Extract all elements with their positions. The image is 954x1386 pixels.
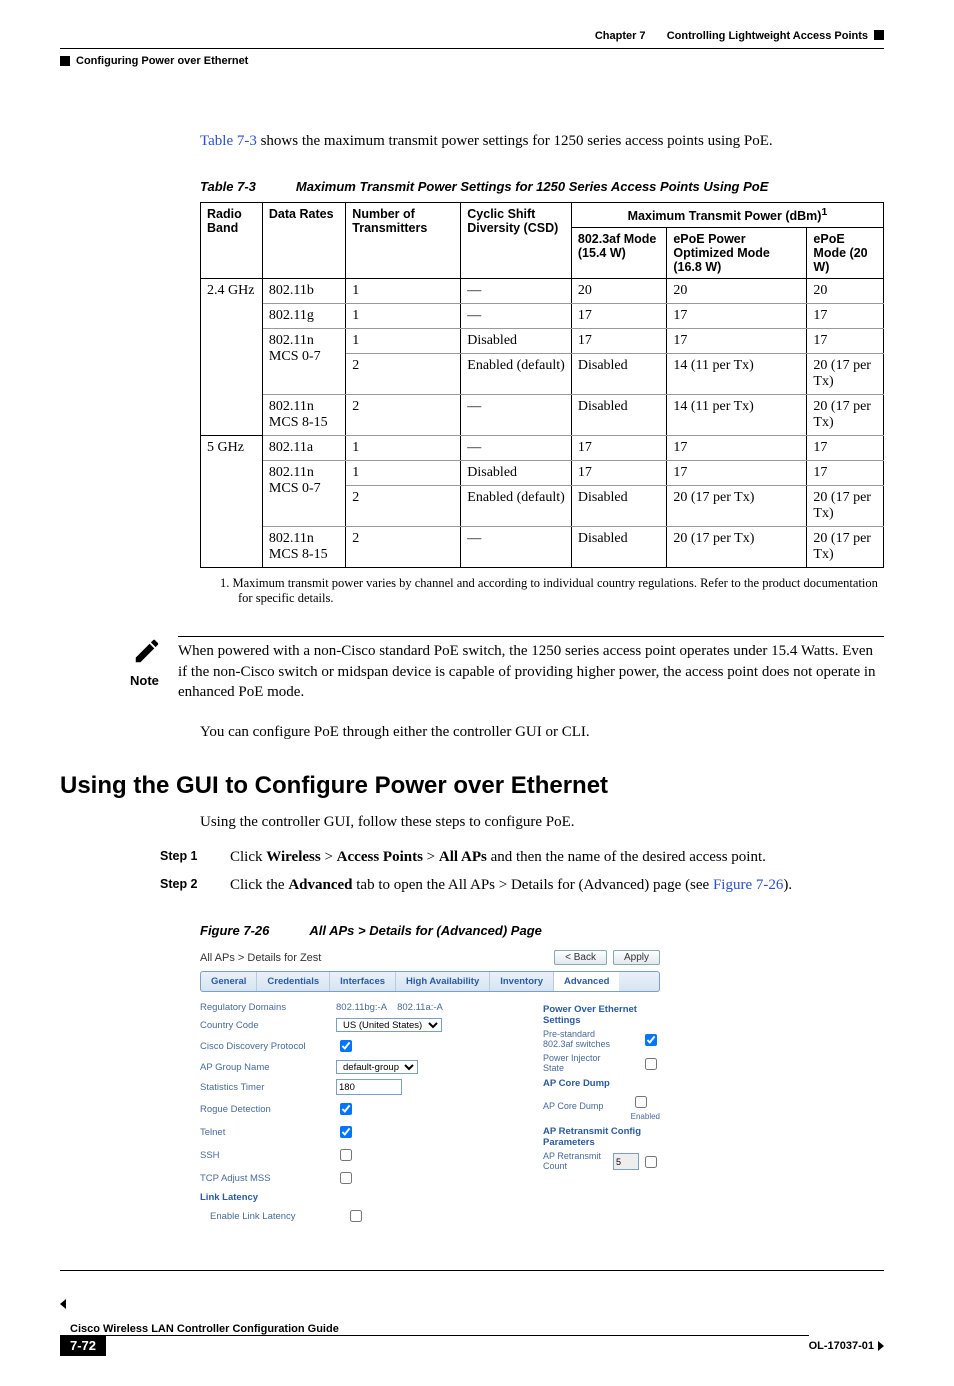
core-dump-checkbox[interactable] xyxy=(635,1096,647,1108)
poe-settings-heading: Power Over Ethernet Settings xyxy=(543,1004,660,1026)
th-epoe-mode: ePoE Mode (20 W) xyxy=(807,228,884,279)
section-breadcrumb: Configuring Power over Ethernet xyxy=(76,55,248,67)
chapter-label: Chapter 7 xyxy=(595,30,646,42)
core-dump-label: AP Core Dump xyxy=(543,1102,613,1112)
back-button[interactable]: < Back xyxy=(554,950,607,965)
table-footnote: 1. Maximum transmit power varies by chan… xyxy=(220,576,884,606)
country-code-select[interactable]: US (United States) xyxy=(336,1018,442,1032)
injector-label: Power Injector State xyxy=(543,1054,613,1074)
chapter-title: Controlling Lightweight Access Points xyxy=(667,30,868,42)
th-radio-band: Radio Band xyxy=(201,203,263,279)
tab-general[interactable]: General xyxy=(201,972,257,991)
th-num-tx: Number of Transmitters xyxy=(346,203,461,279)
header-square-icon xyxy=(60,56,70,66)
triangle-icon xyxy=(878,1341,884,1351)
intro-paragraph: Table 7-3 shows the maximum transmit pow… xyxy=(200,131,884,151)
retransmit-heading: AP Retransmit Config Parameters xyxy=(543,1126,660,1148)
prestd-label: Pre-standard 802.3af switches xyxy=(543,1030,613,1050)
th-8023af: 802.3af Mode (15.4 W) xyxy=(571,228,666,279)
tab-inventory[interactable]: Inventory xyxy=(490,972,554,991)
cdp-label: Cisco Discovery Protocol xyxy=(200,1041,330,1052)
table-row: 802.11n MCS 8-152—Disabled20 (17 per Tx)… xyxy=(201,527,884,568)
step-2: Step 2 Click the Advanced tab to open th… xyxy=(160,875,884,895)
tab-interfaces[interactable]: Interfaces xyxy=(330,972,396,991)
triangle-icon xyxy=(60,1299,66,1309)
th-max-power: Maximum Transmit Power (dBm)1 xyxy=(571,203,883,228)
figure-ref-link[interactable]: Figure 7-26 xyxy=(713,877,783,893)
section-intro: Using the controller GUI, follow these s… xyxy=(200,812,884,832)
link-latency-label: Enable Link Latency xyxy=(200,1211,340,1222)
note-label: Note xyxy=(130,671,164,688)
regdom-label: Regulatory Domains xyxy=(200,1002,330,1013)
th-data-rates: Data Rates xyxy=(262,203,345,279)
ssh-checkbox[interactable] xyxy=(340,1149,352,1161)
ssh-label: SSH xyxy=(200,1150,330,1161)
mss-label: TCP Adjust MSS xyxy=(200,1173,330,1184)
table-row: 802.11g1—171717 xyxy=(201,304,884,329)
cdp-checkbox[interactable] xyxy=(340,1040,352,1052)
stats-timer-input[interactable] xyxy=(336,1079,402,1095)
gui-tabs: General Credentials Interfaces High Avai… xyxy=(200,971,660,992)
tab-credentials[interactable]: Credentials xyxy=(257,972,330,991)
table-row: 802.11n MCS 0-71Disabled171717 xyxy=(201,329,884,354)
th-epoe-opt: ePoE Power Optimized Mode (16.8 W) xyxy=(667,228,807,279)
mss-checkbox[interactable] xyxy=(340,1172,352,1184)
link-latency-checkbox[interactable] xyxy=(350,1210,362,1222)
link-latency-heading: Link Latency xyxy=(200,1192,525,1203)
tab-advanced[interactable]: Advanced xyxy=(554,972,619,991)
table-row: 5 GHz 802.11a1—171717 xyxy=(201,436,884,461)
table-caption: Table 7-3Maximum Transmit Power Settings… xyxy=(200,179,884,194)
after-note-text: You can configure PoE through either the… xyxy=(200,722,884,742)
doc-id: OL-17037-01 xyxy=(809,1340,874,1352)
core-dump-heading: AP Core Dump xyxy=(543,1078,660,1089)
telnet-checkbox[interactable] xyxy=(340,1126,352,1138)
gui-breadcrumb: All APs > Details for Zest xyxy=(200,952,321,964)
stats-timer-label: Statistics Timer xyxy=(200,1082,330,1093)
telnet-label: Telnet xyxy=(200,1127,330,1138)
ap-group-select[interactable]: default-group xyxy=(336,1060,418,1074)
rogue-label: Rogue Detection xyxy=(200,1104,330,1115)
note-text: When powered with a non-Cisco standard P… xyxy=(178,641,884,702)
table-row: 802.11n MCS 0-71Disabled171717 xyxy=(201,461,884,486)
page-number-badge: 7-72 xyxy=(60,1335,106,1356)
retransmit-label: AP Retransmit Count xyxy=(543,1152,613,1172)
country-code-label: Country Code xyxy=(200,1020,330,1031)
figure-caption: Figure 7-26All APs > Details for (Advanc… xyxy=(200,923,884,938)
book-title: Cisco Wireless LAN Controller Configurat… xyxy=(70,1323,339,1335)
power-table: Radio Band Data Rates Number of Transmit… xyxy=(200,202,884,568)
retransmit-checkbox[interactable] xyxy=(645,1156,657,1168)
table-ref-link[interactable]: Table 7-3 xyxy=(200,133,257,149)
table-row: 2.4 GHz 802.11b1—202020 xyxy=(201,279,884,304)
table-row: 802.11n MCS 8-152—Disabled14 (11 per Tx)… xyxy=(201,395,884,436)
rogue-checkbox[interactable] xyxy=(340,1103,352,1115)
th-csd: Cyclic Shift Diversity (CSD) xyxy=(461,203,572,279)
note-pencil-icon xyxy=(130,636,164,671)
tab-high-availability[interactable]: High Availability xyxy=(396,972,490,991)
apply-button[interactable]: Apply xyxy=(613,950,660,965)
step-1: Step 1 Click Wireless > Access Points > … xyxy=(160,847,884,867)
ap-group-label: AP Group Name xyxy=(200,1062,330,1073)
retransmit-count-input[interactable] xyxy=(613,1153,639,1170)
header-square-icon xyxy=(874,30,884,40)
prestd-checkbox[interactable] xyxy=(645,1034,657,1046)
gui-screenshot: All APs > Details for Zest < Back Apply … xyxy=(200,950,660,1230)
section-heading: Using the GUI to Configure Power over Et… xyxy=(60,772,884,800)
regdom-value: 802.11bg:-A 802.11a:-A xyxy=(336,1002,443,1013)
injector-checkbox[interactable] xyxy=(645,1058,657,1070)
